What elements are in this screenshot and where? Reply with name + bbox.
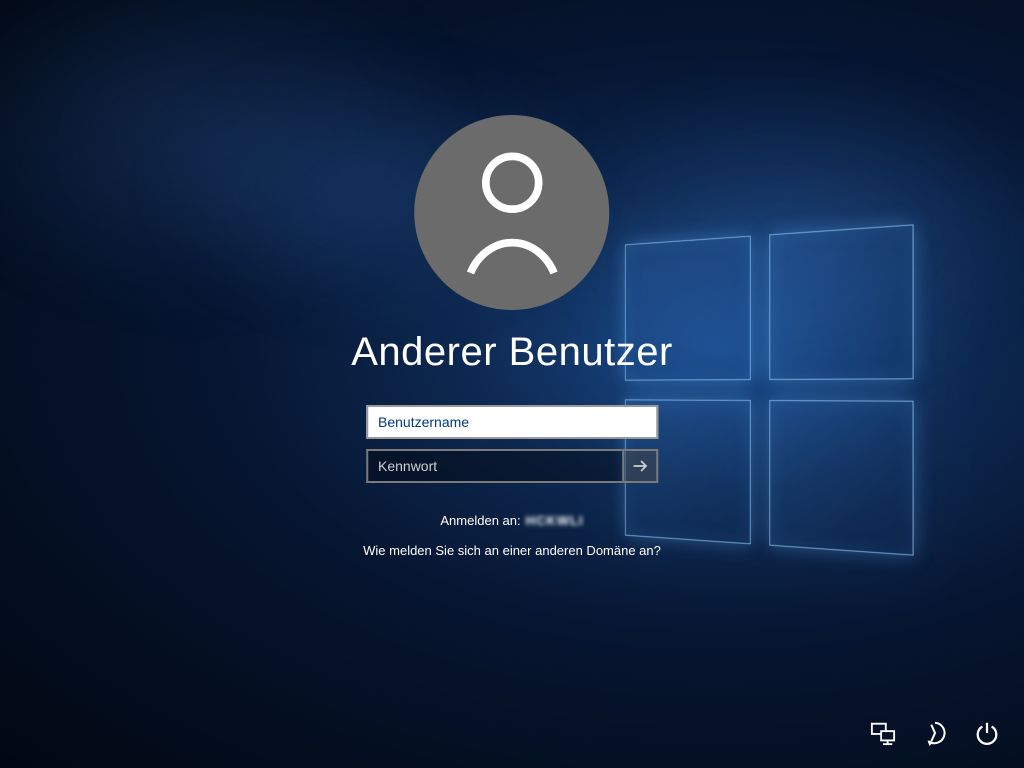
domain-help-link[interactable]: Wie melden Sie sich an einer anderen Dom… — [363, 542, 661, 561]
power-button[interactable] — [972, 718, 1002, 748]
network-button[interactable] — [868, 718, 898, 748]
password-input[interactable] — [366, 449, 622, 483]
ease-of-access-icon — [922, 720, 948, 746]
power-icon — [974, 720, 1000, 746]
signin-domain-value: HCKWLI — [526, 513, 584, 528]
signin-domain-label: Anmelden an: HCKWLI — [440, 513, 583, 528]
login-form: Anderer Benutzer Anmelden an: HCKWLI Wie… — [351, 115, 673, 561]
user-icon — [457, 148, 567, 278]
username-input[interactable] — [366, 405, 658, 439]
system-tray — [868, 718, 1002, 748]
avatar — [414, 115, 609, 310]
network-icon — [870, 720, 896, 746]
ease-of-access-button[interactable] — [920, 718, 950, 748]
signin-label: Anmelden an: — [440, 513, 520, 528]
submit-button[interactable] — [622, 449, 658, 483]
page-title: Anderer Benutzer — [351, 330, 673, 375]
arrow-right-icon — [630, 456, 650, 476]
